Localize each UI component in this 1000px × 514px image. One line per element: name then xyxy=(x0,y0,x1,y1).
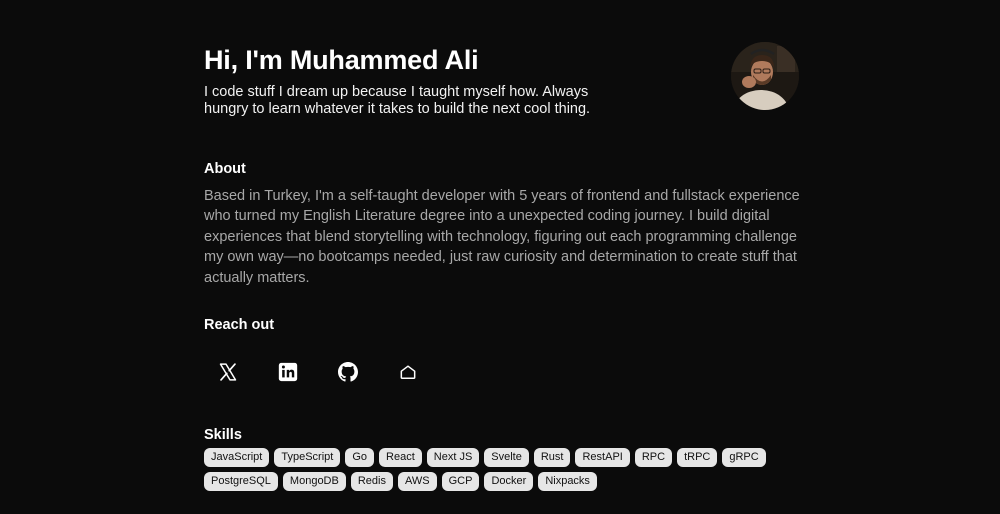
github-link[interactable] xyxy=(326,350,370,394)
portfolio-page: Hi, I'm Muhammed Ali I code stuff I drea… xyxy=(204,0,804,492)
avatar-photo xyxy=(731,42,799,110)
skill-badge: React xyxy=(379,448,422,468)
linkedin-link[interactable] xyxy=(266,350,310,394)
x-icon xyxy=(219,363,237,381)
skill-badge: Rust xyxy=(533,448,571,468)
skill-badge: RPC xyxy=(634,448,673,468)
linkedin-icon xyxy=(278,362,298,382)
skill-badge: tRPC xyxy=(677,448,718,468)
skill-badge: gRPC xyxy=(722,448,766,468)
github-icon xyxy=(338,362,358,382)
skill-badge: TypeScript xyxy=(274,448,341,468)
about-text: Based in Turkey, I'm a self-taught devel… xyxy=(204,188,800,286)
skill-badge: Docker xyxy=(484,472,534,492)
about-section: About Based in Turkey, I'm a self-taught… xyxy=(204,160,804,288)
about-heading: About xyxy=(204,161,246,177)
skill-badge: PostgreSQL xyxy=(204,472,278,492)
x-link[interactable] xyxy=(206,350,250,394)
skills-section: Skills JavaScript TypeScript Go React Ne… xyxy=(204,426,804,492)
hero-section: Hi, I'm Muhammed Ali I code stuff I drea… xyxy=(204,42,804,120)
skill-badge: JavaScript xyxy=(204,448,270,468)
skill-badge: Redis xyxy=(350,472,393,492)
hero-tagline: I code stuff I dream up because I taught… xyxy=(204,84,591,117)
skill-badge: MongoDB xyxy=(282,472,346,492)
page-title: Hi, I'm Muhammed Ali xyxy=(204,45,479,75)
avatar xyxy=(731,42,799,110)
reach-out-section: Reach out xyxy=(204,316,804,394)
skill-badge: GCP xyxy=(441,472,480,492)
reach-out-heading: Reach out xyxy=(204,317,275,334)
skill-badge: RestAPI xyxy=(575,448,630,468)
website-link[interactable] xyxy=(386,350,430,394)
skills-list: JavaScript TypeScript Go React Next JS S… xyxy=(204,448,804,492)
skills-heading: Skills xyxy=(204,427,242,444)
skill-badge: AWS xyxy=(397,472,437,492)
skill-badge: Nixpacks xyxy=(538,472,597,492)
home-icon xyxy=(400,365,416,380)
skill-badge: Svelte xyxy=(484,448,529,468)
skill-badge: Go xyxy=(345,448,375,468)
social-links xyxy=(206,350,804,394)
skill-badge: Next JS xyxy=(426,448,480,468)
